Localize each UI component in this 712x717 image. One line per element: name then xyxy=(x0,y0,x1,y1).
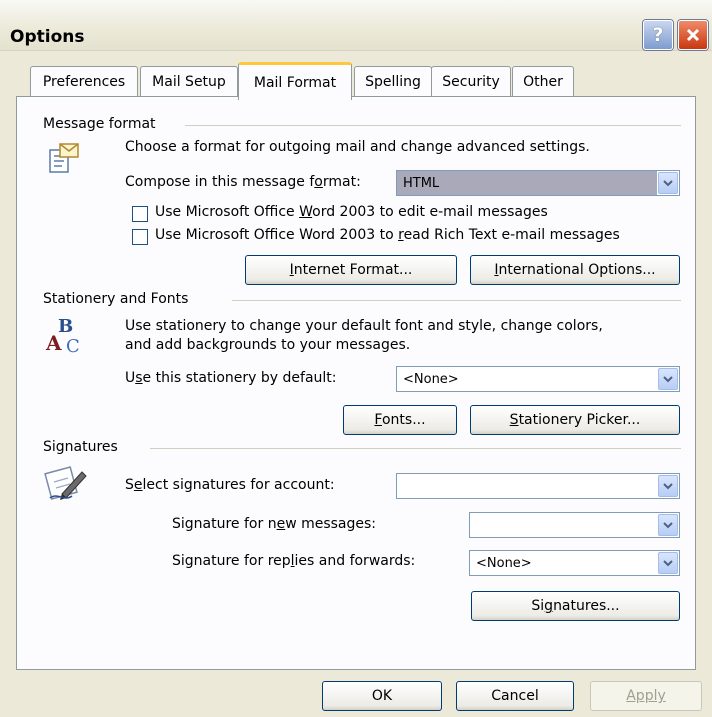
group-divider xyxy=(232,300,681,301)
group-divider xyxy=(185,125,681,126)
apply-button-label: Apply xyxy=(626,688,666,704)
ok-button[interactable]: OK xyxy=(322,681,442,711)
account-select[interactable] xyxy=(396,473,680,499)
select-account-label: Select signatures for account: xyxy=(125,477,335,493)
compose-format-select[interactable]: HTML xyxy=(396,170,680,196)
svg-text:A: A xyxy=(45,331,62,355)
chevron-down-icon[interactable] xyxy=(658,475,678,497)
chevron-down-icon[interactable] xyxy=(658,514,678,536)
compose-format-value: HTML xyxy=(397,171,657,195)
replies-signature-value: <None> xyxy=(476,555,532,571)
word-edit-checkbox[interactable] xyxy=(132,206,148,222)
stationery-picker-button[interactable]: Stationery Picker... xyxy=(470,405,680,435)
chevron-down-icon[interactable] xyxy=(658,172,678,194)
chevron-down-icon[interactable] xyxy=(658,552,678,574)
stationery-select[interactable]: <None> xyxy=(396,366,680,392)
internet-format-button[interactable]: Internet Format... xyxy=(245,255,457,285)
new-messages-signature-select[interactable] xyxy=(469,512,680,538)
stationery-default-label: Use this stationery by default: xyxy=(125,370,337,386)
message-format-description: Choose a format for outgoing mail and ch… xyxy=(125,139,590,155)
cancel-button[interactable]: Cancel xyxy=(456,681,574,711)
word-read-label: Use Microsoft Office Word 2003 to read R… xyxy=(155,227,620,243)
svg-text:C: C xyxy=(66,336,80,356)
replies-signature-select[interactable]: <None> xyxy=(469,550,680,576)
new-messages-signature-label: Signature for new messages: xyxy=(172,516,377,532)
group-divider xyxy=(150,448,681,449)
message-format-icon xyxy=(44,140,82,176)
stationery-fonts-icon: B A C xyxy=(44,316,90,356)
stationery-description-line2: and add backgrounds to your messages. xyxy=(125,337,411,353)
compose-format-label: Compose in this message format: xyxy=(125,174,361,190)
stationery-value: <None> xyxy=(403,371,459,387)
international-options-button[interactable]: International Options... xyxy=(470,255,680,285)
signatures-group-label: Signatures xyxy=(43,439,118,455)
stationery-fonts-group-label: Stationery and Fonts xyxy=(43,291,189,307)
chevron-down-icon[interactable] xyxy=(658,368,678,390)
word-read-checkbox[interactable] xyxy=(132,229,148,245)
apply-button[interactable]: Apply xyxy=(590,681,702,711)
message-format-group-label: Message format xyxy=(43,116,156,132)
word-edit-label: Use Microsoft Office Word 2003 to edit e… xyxy=(155,204,548,220)
replies-signature-label: Signature for replies and forwards: xyxy=(172,553,416,569)
signatures-button[interactable]: Signatures... xyxy=(471,591,680,621)
signature-pen-icon xyxy=(44,462,90,502)
stationery-description-line1: Use stationery to change your default fo… xyxy=(125,318,603,334)
fonts-button[interactable]: Fonts... xyxy=(343,405,457,435)
